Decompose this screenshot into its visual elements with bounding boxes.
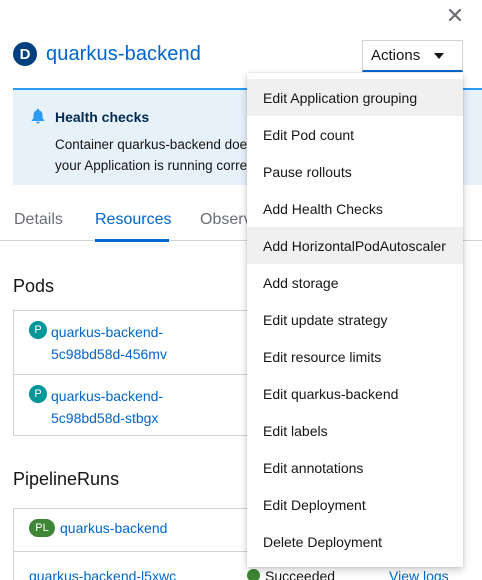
menu-item-pause-rollouts[interactable]: Pause rollouts xyxy=(247,153,463,190)
menu-item-delete-deployment[interactable]: Delete Deployment xyxy=(247,523,463,560)
menu-item-edit-pod-count[interactable]: Edit Pod count xyxy=(247,116,463,153)
tab-resources[interactable]: Resources xyxy=(95,211,171,229)
menu-item-edit-quarkus-backend[interactable]: Edit quarkus-backend xyxy=(247,375,463,412)
menu-item-edit-deployment[interactable]: Edit Deployment xyxy=(247,486,463,523)
resource-title[interactable]: quarkus-backend xyxy=(46,43,201,66)
pods-heading: Pods xyxy=(13,276,55,296)
caret-down-icon xyxy=(434,53,444,59)
menu-item-edit-application-grouping[interactable]: Edit Application grouping xyxy=(247,79,463,116)
list-item: P quarkus-backend- 5c98bd58d-stbgx xyxy=(14,374,273,437)
close-button[interactable] xyxy=(445,5,465,25)
pod-badge: P xyxy=(29,385,47,403)
tab-observe[interactable]: Observ xyxy=(200,211,252,229)
pod-link-line-2: 5c98bd58d-456mv xyxy=(51,346,167,362)
alert-body-line-2: your Application is running correc xyxy=(55,158,254,173)
check-circle-icon xyxy=(247,569,260,580)
pod-link[interactable]: quarkus-backend- 5c98bd58d-stbgx xyxy=(51,385,163,429)
pipeline-link[interactable]: quarkus-backend xyxy=(60,520,167,536)
deployment-badge: D xyxy=(13,42,37,66)
close-icon xyxy=(448,8,462,22)
menu-item-edit-labels[interactable]: Edit labels xyxy=(247,412,463,449)
alert-body-line-1: Container quarkus-backend does xyxy=(55,137,254,152)
active-tab-indicator xyxy=(95,239,169,242)
pod-link-line-1: quarkus-backend- xyxy=(51,324,164,340)
actions-menu: Edit Application grouping Edit Pod count… xyxy=(247,73,463,567)
pipelineruns-heading: PipelineRuns xyxy=(13,469,120,489)
menu-item-add-health-checks[interactable]: Add Health Checks xyxy=(247,190,463,227)
pod-link-line-1: quarkus-backend- xyxy=(51,388,164,404)
pipelinerun-status: Succeeded xyxy=(265,568,336,580)
bell-icon xyxy=(31,108,45,124)
actions-dropdown[interactable]: Actions xyxy=(362,40,463,72)
alert-body: Container quarkus-backend does your Appl… xyxy=(55,134,255,176)
pod-link[interactable]: quarkus-backend- 5c98bd58d-456mv xyxy=(51,321,167,365)
menu-item-edit-resource-limits[interactable]: Edit resource limits xyxy=(247,338,463,375)
menu-item-add-horizontalpodautoscaler[interactable]: Add HorizontalPodAutoscaler xyxy=(247,227,463,264)
actions-label: Actions xyxy=(371,47,421,64)
pipeline-row: PL quarkus-backend xyxy=(13,508,273,552)
menu-item-edit-update-strategy[interactable]: Edit update strategy xyxy=(247,301,463,338)
menu-item-add-storage[interactable]: Add storage xyxy=(247,264,463,301)
pods-list: P quarkus-backend- 5c98bd58d-456mv P qua… xyxy=(13,310,273,436)
tab-details[interactable]: Details xyxy=(14,211,63,229)
pod-link-line-2: 5c98bd58d-stbgx xyxy=(51,410,159,426)
pod-badge: P xyxy=(29,321,47,339)
pipelinerun-link[interactable]: quarkus-backend-l5xwc xyxy=(29,568,176,580)
alert-title: Health checks xyxy=(55,109,150,125)
list-item: P quarkus-backend- 5c98bd58d-456mv xyxy=(14,311,273,374)
menu-item-edit-annotations[interactable]: Edit annotations xyxy=(247,449,463,486)
view-logs-link[interactable]: View logs xyxy=(389,568,449,580)
pipeline-badge: PL xyxy=(29,519,55,537)
resource-title-row: D quarkus-backend xyxy=(13,42,201,66)
